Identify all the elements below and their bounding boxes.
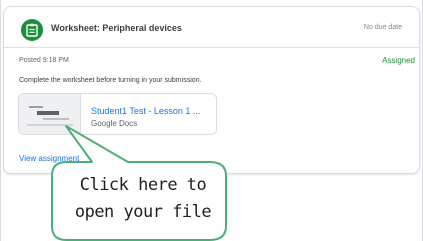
assignment-icon [21, 19, 43, 41]
status-badge: Assigned [382, 56, 415, 65]
thumbnail-line [29, 106, 43, 108]
assignment-header[interactable]: Worksheet: Peripheral devices No due dat… [4, 7, 419, 48]
callout-line-1: Click here to [79, 175, 207, 195]
due-date-text: No due date [363, 24, 402, 31]
attachment-type: Google Docs [91, 119, 138, 128]
assignment-card: Worksheet: Peripheral devices No due dat… [3, 6, 420, 174]
assignment-title[interactable]: Worksheet: Peripheral devices [51, 23, 182, 33]
thumbnail-heading [37, 111, 59, 115]
attachment-thumbnail[interactable] [19, 94, 81, 134]
attachment-card[interactable]: Student1 Test - Lesson 1 ... Google Docs [18, 93, 217, 135]
assignment-instructions: Complete the worksheet before turning in… [19, 77, 202, 84]
callout-text: Click here to open your file [58, 172, 228, 226]
posted-time: Posted 9:18 PM [19, 57, 69, 64]
attachment-title[interactable]: Student1 Test - Lesson 1 ... [91, 106, 200, 116]
thumbnail-line [27, 124, 73, 126]
thumbnail-line [43, 118, 69, 120]
frame-border-left [0, 0, 1, 241]
view-assignment-link[interactable]: View assignment [19, 154, 79, 163]
callout-line-2: open your file [74, 202, 212, 222]
